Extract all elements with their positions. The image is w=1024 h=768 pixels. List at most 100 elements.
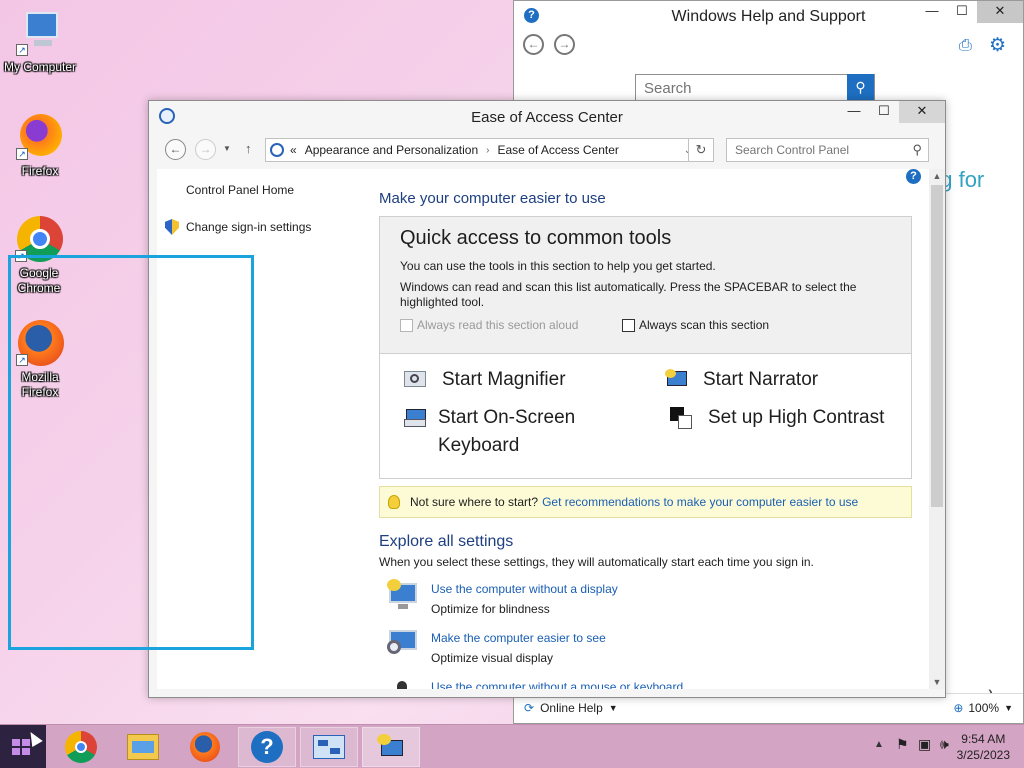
address-bar[interactable]: « Appearance and Personalization › Ease … — [265, 138, 699, 162]
forward-arrow-icon[interactable]: → — [554, 34, 575, 55]
print-icon[interactable]: ⎙ — [959, 37, 972, 55]
start-onscreen-keyboard-button[interactable]: Start On-Screen Keyboard — [404, 404, 624, 460]
recent-pages-icon[interactable]: ▼ — [223, 144, 231, 153]
back-arrow-icon[interactable]: ← — [165, 139, 186, 160]
keyboard-icon — [404, 407, 426, 429]
use-without-display-link[interactable]: Use the computer without a display — [431, 579, 618, 599]
desktop-icon-label: My Computer — [3, 60, 77, 74]
volume-icon[interactable]: 🕪 — [940, 736, 949, 753]
easier-to-see-link[interactable]: Make the computer easier to see — [431, 628, 606, 648]
zoom-control[interactable]: ⊕ 100% ▼ — [953, 701, 1013, 715]
computer-icon: ↗ — [16, 8, 64, 56]
clock-time: 9:54 AM — [961, 732, 1006, 746]
help-search-input[interactable] — [636, 75, 836, 101]
show-hidden-icons-arrow-icon[interactable]: ▲ — [874, 739, 884, 750]
scroll-up-arrow-icon[interactable]: ▲ — [929, 171, 945, 181]
online-help-menu[interactable]: ⟳ Online Help ▼ — [524, 701, 618, 715]
search-icon[interactable]: ⚲ — [912, 142, 922, 158]
zoom-level: 100% — [968, 701, 1000, 715]
shield-icon — [165, 219, 179, 235]
breadcrumb-appearance[interactable]: Appearance and Personalization — [305, 143, 478, 157]
forward-arrow-icon[interactable]: → — [195, 139, 216, 160]
network-icon[interactable]: ▣ — [918, 736, 931, 753]
chrome-icon — [65, 731, 97, 763]
control-panel-home-link[interactable]: Control Panel Home — [186, 183, 294, 197]
tip-text: Not sure where to start? — [410, 495, 539, 509]
breadcrumb-separator-icon[interactable]: › — [486, 145, 489, 156]
help-titlebar[interactable]: ? Windows Help and Support — ☐ ✕ — [514, 1, 1023, 31]
desktop-icon-my-computer[interactable]: ↗ My Computer — [0, 8, 80, 75]
close-button[interactable]: ✕ — [977, 1, 1023, 23]
without-mouse-keyboard-link[interactable]: Use the computer without a mouse or keyb… — [431, 677, 683, 689]
dropdown-arrow-icon: ▼ — [608, 703, 618, 713]
address-toolbar: ← → ▼ ↑ « Appearance and Personalization… — [157, 136, 929, 164]
up-arrow-icon[interactable]: ↑ — [245, 141, 252, 156]
setting-item[interactable]: Use the computer without a mouse or keyb… — [387, 677, 683, 689]
minimize-button[interactable]: — — [839, 101, 869, 123]
eoa-titlebar[interactable]: Ease of Access Center — ☐ ✕ — [149, 101, 945, 131]
main-content-pane: ? Make your computer easier to use Quick… — [367, 169, 929, 689]
explore-heading: Explore all settings — [379, 533, 514, 550]
scrollbar-thumb[interactable] — [931, 185, 943, 507]
help-icon[interactable]: ? — [906, 169, 921, 184]
taskbar-ease-of-access[interactable] — [362, 727, 420, 767]
easier-to-see-desc: Optimize visual display — [431, 651, 554, 665]
dropdown-arrow-icon: ▼ — [1004, 703, 1013, 713]
search-icon[interactable]: ⚲ — [847, 74, 874, 102]
help-icon: ? — [251, 731, 283, 763]
high-contrast-button[interactable]: Set up High Contrast — [670, 404, 884, 432]
magnifier-icon — [404, 369, 428, 391]
start-magnifier-label: Start Magnifier — [442, 369, 566, 390]
clock-date: 3/25/2023 — [956, 748, 1010, 762]
use-without-display-desc: Optimize for blindness — [431, 602, 550, 616]
folder-icon — [127, 734, 159, 760]
recommendations-link[interactable]: Get recommendations to make your compute… — [542, 495, 858, 509]
online-help-icon: ⟳ — [524, 701, 535, 715]
firefox-icon: ↗ — [16, 112, 64, 160]
explore-description: When you select these settings, they wil… — [379, 555, 814, 569]
ease-of-access-window[interactable]: Ease of Access Center — ☐ ✕ ← → ▼ ↑ « Ap… — [148, 100, 946, 698]
taskbar-file-explorer[interactable] — [114, 727, 172, 767]
desktop-icon-firefox[interactable]: ↗ Firefox — [0, 112, 80, 179]
search-control-panel-box[interactable]: ⚲ — [726, 138, 929, 162]
taskbar-firefox[interactable] — [176, 727, 234, 767]
quick-access-description: Windows can read and scan this list auto… — [400, 280, 857, 309]
control-panel-icon — [270, 143, 284, 157]
change-signin-settings-link[interactable]: Change sign-in settings — [165, 219, 311, 235]
help-search-box[interactable]: ⚲ — [635, 74, 875, 102]
gear-icon[interactable]: ⚙ — [989, 34, 1006, 57]
ease-of-access-icon — [377, 734, 405, 760]
display-icon — [387, 579, 419, 611]
start-onscreen-keyboard-label: Start On-Screen Keyboard — [437, 407, 576, 456]
taskbar-control-panel[interactable] — [300, 727, 358, 767]
search-control-panel-input[interactable] — [727, 139, 897, 161]
quick-access-intro: You can use the tools in this section to… — [400, 259, 716, 273]
taskbar-help-and-support[interactable]: ? — [238, 727, 296, 767]
refresh-icon[interactable]: ↻ — [688, 138, 714, 162]
maximize-button[interactable]: ☐ — [947, 1, 977, 23]
always-scan-checkbox[interactable]: Always scan this section — [622, 318, 769, 332]
quick-access-panel: Quick access to common tools You can use… — [379, 216, 912, 479]
start-magnifier-button[interactable]: Start Magnifier — [404, 366, 566, 394]
scroll-down-arrow-icon[interactable]: ▼ — [929, 677, 945, 687]
always-read-checkbox[interactable]: Always read this section aloud — [400, 318, 578, 332]
system-clock[interactable]: 9:54 AM 3/25/2023 — [957, 731, 1010, 763]
breadcrumb-overflow[interactable]: « — [290, 143, 297, 157]
page-title: Make your computer easier to use — [379, 190, 606, 207]
start-narrator-button[interactable]: Start Narrator — [665, 366, 818, 394]
setting-item[interactable]: Make the computer easier to see Optimize… — [387, 628, 606, 668]
taskbar: ? ▲ ⚑ ▣ 🕪 9:54 AM 3/25/2023 — [0, 724, 1024, 768]
maximize-button[interactable]: ☐ — [869, 101, 899, 123]
taskbar-chrome[interactable] — [52, 727, 110, 767]
back-arrow-icon[interactable]: ← — [523, 34, 544, 55]
close-button[interactable]: ✕ — [899, 101, 945, 123]
vertical-scrollbar[interactable]: ▲ ▼ — [929, 169, 945, 689]
minimize-button[interactable]: — — [917, 1, 947, 23]
high-contrast-icon — [670, 407, 694, 429]
action-center-flag-icon[interactable]: ⚑ — [896, 736, 909, 753]
system-tray: ▲ ⚑ ▣ 🕪 9:54 AM 3/25/2023 — [844, 725, 1024, 768]
recommendation-bar: Not sure where to start? Get recommendat… — [379, 486, 912, 518]
breadcrumb-ease-of-access[interactable]: Ease of Access Center — [498, 143, 619, 157]
setting-item[interactable]: Use the computer without a display Optim… — [387, 579, 618, 619]
start-button[interactable] — [0, 725, 46, 768]
